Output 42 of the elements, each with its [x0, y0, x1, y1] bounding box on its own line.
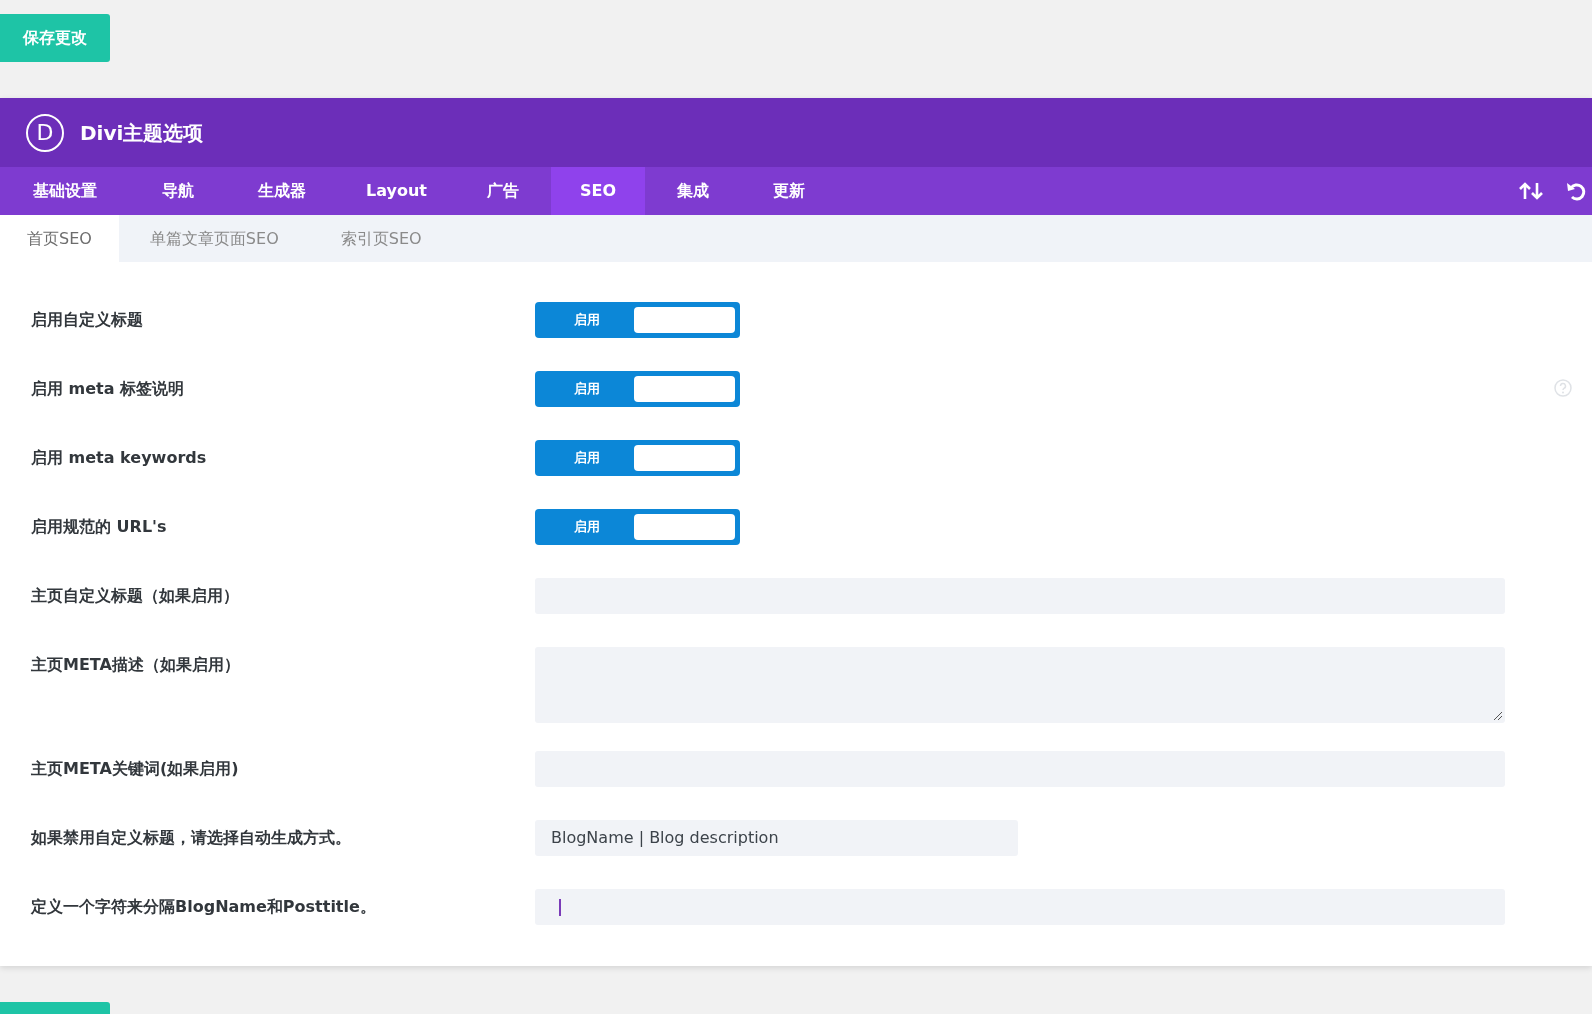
tab[interactable]: 集成 [645, 167, 741, 215]
text-caret-icon [559, 898, 561, 916]
option-label: 主页META关键词(如果启用) [31, 758, 239, 780]
toggle-switch[interactable]: 启用 [535, 371, 740, 407]
toggle-label: 启用 [573, 518, 601, 537]
toggle-label: 启用 [573, 449, 601, 468]
textarea-field[interactable] [535, 647, 1505, 723]
toggle-knob[interactable] [634, 445, 735, 471]
tab[interactable]: 导航 [130, 167, 225, 215]
option-label: 启用自定义标题 [31, 309, 143, 331]
toggle-switch[interactable]: 启用 [535, 440, 740, 476]
option-label: 主页META描述（如果启用） [31, 654, 240, 676]
undo-icon[interactable] [1566, 181, 1586, 201]
panel-title: Divi主题选项 [80, 119, 204, 147]
option-label: 启用 meta keywords [31, 447, 207, 469]
toggle-switch[interactable]: 启用 [535, 302, 740, 338]
tab[interactable]: SEO [551, 167, 645, 215]
option-label: 如果禁用自定义标题，请选择自动生成方式。 [31, 827, 351, 849]
tab[interactable]: 广告 [455, 167, 551, 215]
option-label: 定义一个字符来分隔BlogName和Posttitle。 [31, 896, 376, 918]
tab[interactable]: 生成器 [225, 167, 338, 215]
subtab[interactable]: 索引页SEO [309, 215, 453, 262]
option-label: 启用规范的 URL's [31, 516, 167, 538]
resize-handle-icon[interactable] [1493, 711, 1503, 721]
toggle-switch[interactable]: 启用 [535, 509, 740, 545]
toggle-knob[interactable] [634, 307, 735, 333]
option-label: 启用 meta 标签说明 [31, 378, 185, 400]
toggle-label: 启用 [573, 380, 601, 399]
toggle-knob[interactable] [634, 376, 735, 402]
logo-icon: D [26, 113, 64, 152]
subtab[interactable]: 首页SEO [0, 215, 119, 262]
text-field[interactable] [535, 889, 1505, 925]
tab[interactable]: 更新 [741, 167, 837, 215]
toggle-knob[interactable] [634, 514, 735, 540]
sort-arrows-icon[interactable] [1518, 181, 1544, 201]
subtab[interactable]: 单篇文章页面SEO [118, 215, 310, 262]
tab[interactable]: Layout [338, 167, 455, 215]
help-icon[interactable] [1554, 379, 1572, 397]
toggle-label: 启用 [573, 311, 601, 330]
select-field[interactable]: BlogName | Blog description [535, 820, 1018, 856]
option-label: 主页自定义标题（如果启用） [31, 585, 239, 607]
tab[interactable]: 基础设置 [0, 167, 130, 215]
